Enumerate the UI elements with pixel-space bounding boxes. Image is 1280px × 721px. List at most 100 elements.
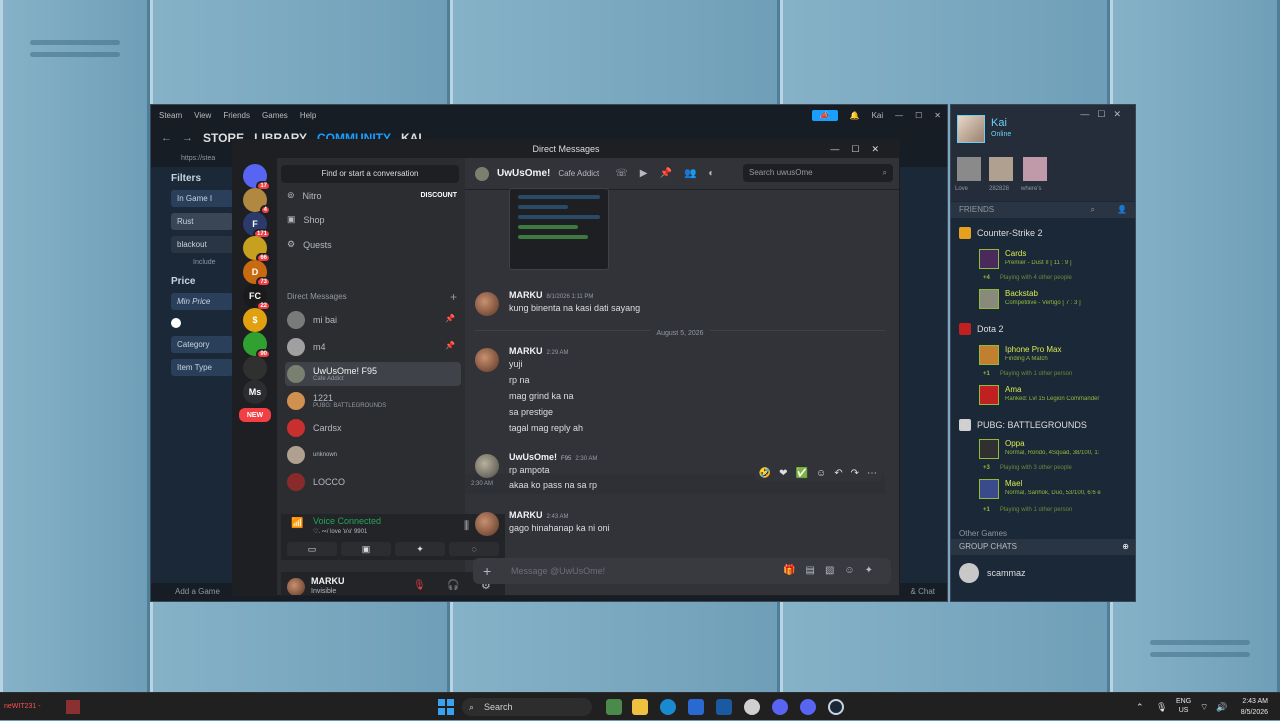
- friend-entry[interactable]: Mael Normal, Sanhok, Duo, 53/100, 6:6 e: [979, 479, 1133, 503]
- blackout-filter[interactable]: blackout: [171, 236, 233, 253]
- screenshare-button[interactable]: ▣: [341, 542, 391, 556]
- dm-item[interactable]: UwUsOme! F95 Cafe Addict: [285, 362, 461, 386]
- game-group-header[interactable]: PUBG: BATTLEGROUNDS: [959, 419, 1087, 431]
- server-icon[interactable]: 66: [243, 236, 271, 263]
- category-dropdown[interactable]: Category: [171, 336, 233, 353]
- taskbar-search[interactable]: ⌕ Search: [462, 698, 592, 716]
- friends-chat-button[interactable]: & Chat: [911, 583, 935, 601]
- avatar[interactable]: [475, 292, 499, 316]
- back-icon[interactable]: ←: [161, 132, 172, 144]
- server-icon[interactable]: D 73: [243, 260, 271, 287]
- avatar[interactable]: [475, 512, 499, 536]
- call-icon[interactable]: ☏: [615, 168, 628, 179]
- pin-icon[interactable]: 📌: [445, 314, 455, 323]
- nav-shop[interactable]: ▣ Shop: [287, 214, 325, 225]
- add-friends-icon[interactable]: 👥: [684, 168, 696, 179]
- friend-entry[interactable]: Backstab Competitive - Vertigo [ 7 : 3 ]: [979, 289, 1133, 313]
- menu-item-games[interactable]: Games: [262, 111, 288, 120]
- message-input[interactable]: + Message @UwUsOme! 🎁▤▧☺✦: [473, 558, 891, 584]
- message-author[interactable]: MARKU 2:29 AM: [509, 346, 569, 356]
- language-indicator[interactable]: ENG US: [1176, 697, 1191, 715]
- friend-entry[interactable]: Ama Ranked: Lvl 15 Legion Commander: [979, 385, 1133, 409]
- server-icon[interactable]: 4: [243, 188, 271, 215]
- recent-avatar[interactable]: [957, 157, 981, 181]
- in-game-filter[interactable]: In Game I: [171, 190, 233, 207]
- message-author[interactable]: MARKU 8/1/2026 1:11 PM: [509, 290, 593, 300]
- thumbnail-icon[interactable]: [66, 700, 80, 714]
- outlook-icon[interactable]: [716, 699, 732, 715]
- server-icon[interactable]: F 171: [243, 212, 271, 239]
- forward-icon[interactable]: ↷: [851, 468, 859, 479]
- video-call-icon[interactable]: ▶: [640, 168, 648, 179]
- include-label[interactable]: Include: [193, 259, 233, 266]
- avatar[interactable]: [475, 348, 499, 372]
- recent-avatar[interactable]: [1023, 157, 1047, 181]
- check-reaction-icon[interactable]: ✅: [796, 468, 808, 479]
- file-explorer-icon[interactable]: [632, 699, 648, 715]
- server-icon[interactable]: FC 22: [243, 284, 271, 311]
- dm-item[interactable]: Cardsx: [285, 416, 461, 440]
- server-icon[interactable]: [243, 356, 267, 380]
- add-game-button[interactable]: Add a Game: [175, 587, 220, 596]
- message-author[interactable]: MARKU 2:43 AM: [509, 510, 569, 520]
- server-icon[interactable]: $: [243, 308, 267, 332]
- menu-item-steam[interactable]: Steam: [159, 111, 182, 120]
- add-friend-icon[interactable]: 👤: [1117, 202, 1127, 218]
- search-dm-input[interactable]: Search uwusOme ⌕: [743, 164, 893, 182]
- dm-item[interactable]: LOCCO: [285, 470, 461, 494]
- steam-user-menu[interactable]: Kai: [872, 111, 884, 120]
- dm-item[interactable]: 1221 PUBG: BATTLEGROUNDS: [285, 389, 461, 413]
- friend-entry[interactable]: Cards Premier - Dust II [ 11 : 9 ]: [979, 249, 1133, 273]
- add-reaction-icon[interactable]: ☺: [816, 468, 826, 479]
- minimize-icon[interactable]: —: [895, 111, 903, 120]
- avatar[interactable]: [475, 454, 499, 478]
- game-group-header[interactable]: Counter-Strike 2: [959, 227, 1043, 239]
- laugh-reaction-icon[interactable]: 🤣: [759, 468, 771, 479]
- dm-item[interactable]: mi bai 📌: [285, 308, 461, 332]
- menu-item-friends[interactable]: Friends: [223, 111, 250, 120]
- tray-overflow-icon[interactable]: ⌃: [1136, 702, 1144, 713]
- window-controls[interactable]: —☐✕: [830, 140, 891, 158]
- avatar[interactable]: [957, 115, 985, 143]
- left-label[interactable]: neWIT231 -: [4, 703, 41, 710]
- item-type-dropdown[interactable]: Item Type: [171, 359, 233, 376]
- video-button[interactable]: ▭: [287, 542, 337, 556]
- chat-name[interactable]: UwUsOme!: [497, 168, 550, 179]
- search-icon[interactable]: ⌕: [1091, 202, 1095, 218]
- more-icon[interactable]: ⋯: [867, 468, 877, 479]
- find-conversation-input[interactable]: Find or start a conversation: [281, 165, 459, 183]
- server-icon[interactable]: Ms: [243, 380, 267, 404]
- price-slider-handle[interactable]: [171, 318, 181, 328]
- dm-item[interactable]: m4 📌: [285, 335, 461, 359]
- message-author[interactable]: UwUsOme! F95 2:30 AM: [509, 452, 597, 462]
- menu-item-view[interactable]: View: [194, 111, 211, 120]
- group-chat-name[interactable]: scammaz: [987, 568, 1026, 578]
- group-chat-avatar[interactable]: [959, 563, 979, 583]
- composer-icons[interactable]: 🎁▤▧☺✦: [783, 558, 883, 584]
- friend-entry[interactable]: Oppa Normal, Rondo, 4Squad, 38/100, 1:: [979, 439, 1133, 463]
- server-icon[interactable]: NEW: [239, 408, 271, 422]
- chat-avatar[interactable]: [475, 166, 489, 181]
- mic-icon[interactable]: 🎙: [1156, 702, 1167, 713]
- dm-item[interactable]: unknown: [285, 443, 461, 467]
- discord-home-icon[interactable]: 17: [243, 164, 271, 191]
- avatar[interactable]: [287, 578, 305, 595]
- widget-icon[interactable]: [606, 699, 622, 715]
- reply-icon[interactable]: ↶: [834, 468, 842, 479]
- chrome-icon[interactable]: [744, 699, 760, 715]
- menu-item-help[interactable]: Help: [300, 111, 316, 120]
- wifi-icon[interactable]: ⌔: [1200, 702, 1208, 713]
- window-controls[interactable]: —☐✕: [1080, 109, 1129, 120]
- windows-start-icon[interactable]: [438, 699, 454, 715]
- add-dm-icon[interactable]: +: [450, 290, 457, 304]
- mic-muted-icon[interactable]: 🎙: [413, 580, 426, 591]
- close-icon[interactable]: ✕: [934, 111, 941, 120]
- image-embed[interactable]: [509, 188, 609, 270]
- other-games-header[interactable]: Other Games: [959, 529, 1007, 538]
- activities-button[interactable]: ✦: [395, 542, 445, 556]
- steam-icon[interactable]: [828, 699, 844, 715]
- game-group-header[interactable]: Dota 2: [959, 323, 1004, 335]
- store-icon[interactable]: [688, 699, 704, 715]
- rust-filter[interactable]: Rust: [171, 213, 233, 230]
- voice-status[interactable]: Voice Connected: [313, 516, 381, 526]
